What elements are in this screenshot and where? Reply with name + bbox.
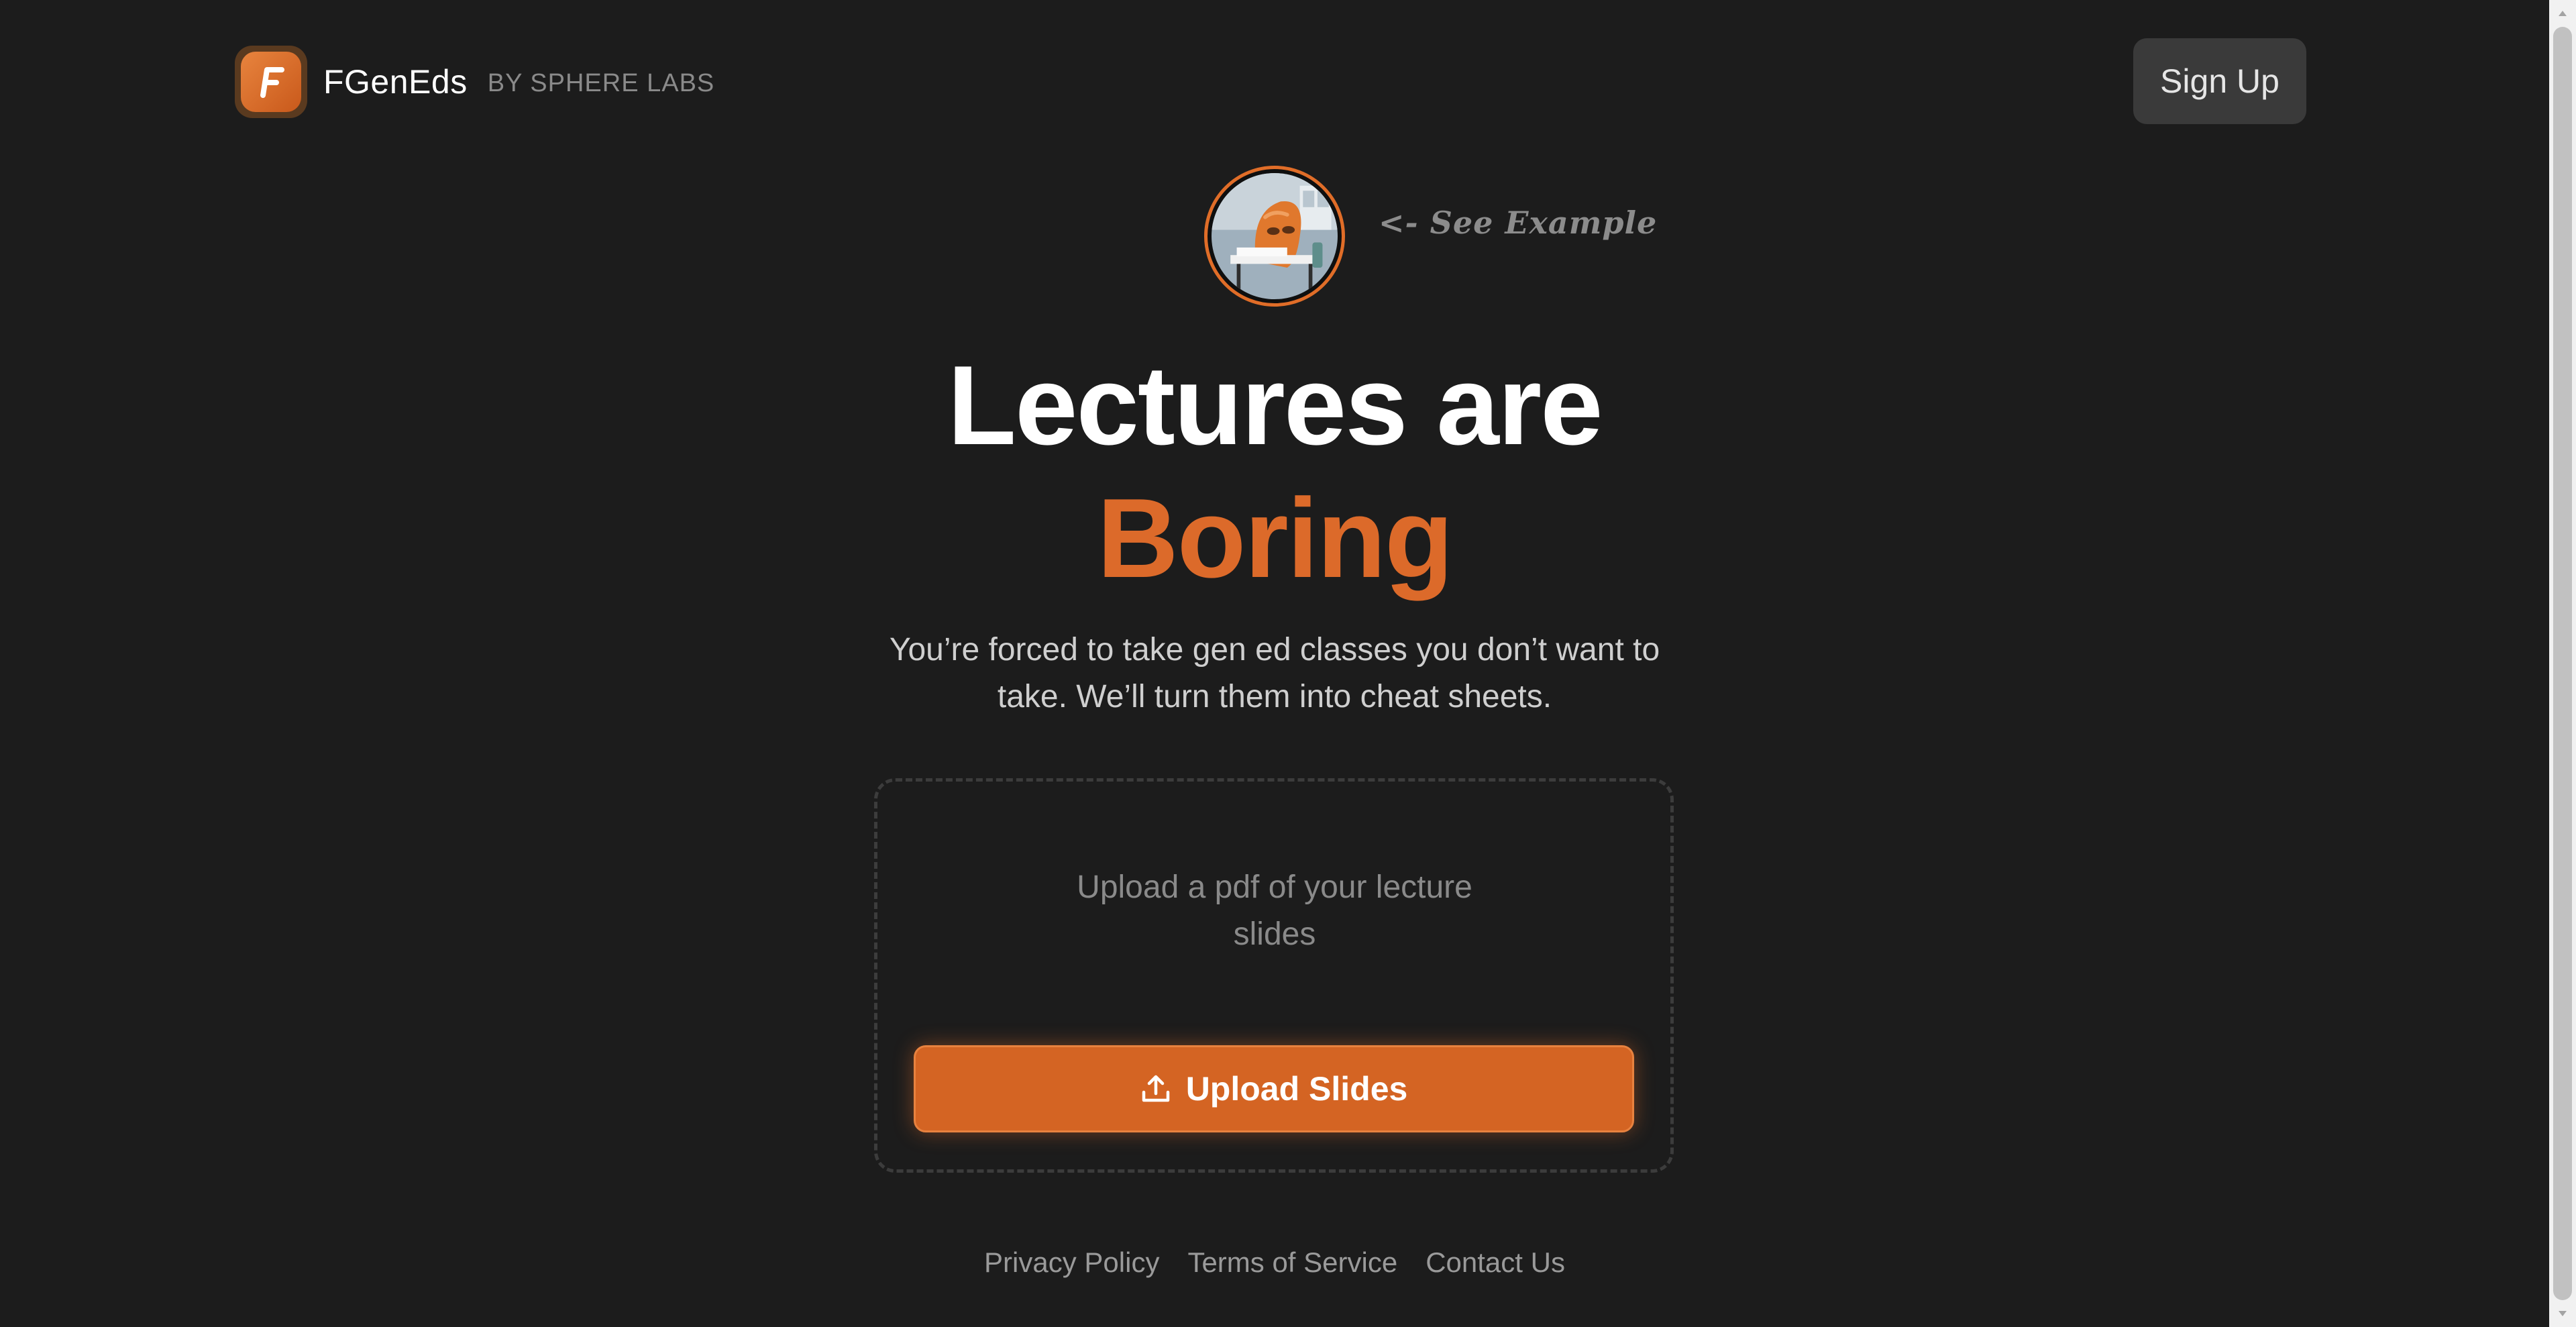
scroll-down-arrow-icon[interactable] bbox=[2549, 1300, 2576, 1327]
brand[interactable]: FGenEds BY SPHERE LABS bbox=[235, 46, 714, 118]
example-avatar[interactable] bbox=[1204, 166, 1345, 307]
scroll-up-arrow-icon[interactable] bbox=[2549, 0, 2576, 27]
sign-up-button[interactable]: Sign Up bbox=[2133, 38, 2306, 124]
footer: Privacy Policy Terms of Service Contact … bbox=[0, 1246, 2549, 1279]
headline-line-1: Lectures are bbox=[947, 342, 1603, 468]
upload-slides-label: Upload Slides bbox=[1185, 1070, 1408, 1108]
upload-icon bbox=[1140, 1073, 1171, 1104]
brand-name: FGenEds bbox=[323, 63, 468, 101]
contact-us-link[interactable]: Contact Us bbox=[1426, 1246, 1565, 1279]
vertical-scrollbar[interactable] bbox=[2549, 0, 2576, 1327]
upload-slides-button[interactable]: Upload Slides bbox=[914, 1045, 1634, 1132]
scrollbar-thumb[interactable] bbox=[2553, 27, 2572, 1300]
privacy-policy-link[interactable]: Privacy Policy bbox=[984, 1246, 1159, 1279]
hero-subtitle: You’re forced to take gen ed classes you… bbox=[889, 632, 1660, 714]
brand-byline: BY SPHERE LABS bbox=[487, 68, 715, 97]
see-example-link[interactable]: <- See Example bbox=[1379, 205, 1657, 241]
mascot-illustration bbox=[1212, 173, 1338, 299]
app-logo-icon bbox=[235, 46, 307, 118]
headline-line-2: Boring bbox=[1097, 475, 1453, 601]
terms-of-service-link[interactable]: Terms of Service bbox=[1187, 1246, 1397, 1279]
upload-hint: Upload a pdf of your lecture slides bbox=[1077, 869, 1472, 952]
